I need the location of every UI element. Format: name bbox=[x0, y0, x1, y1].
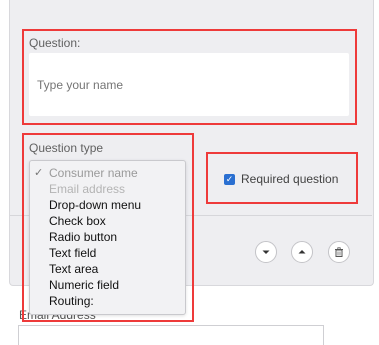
question-type-highlight-box bbox=[22, 133, 194, 322]
question-highlight-box bbox=[22, 29, 357, 125]
move-down-button[interactable] bbox=[255, 241, 277, 263]
chevron-up-icon bbox=[298, 250, 306, 254]
move-up-button[interactable] bbox=[291, 241, 313, 263]
trash-icon bbox=[335, 247, 343, 257]
delete-button[interactable] bbox=[328, 241, 350, 263]
chevron-down-icon bbox=[262, 250, 270, 254]
required-highlight-box bbox=[206, 152, 358, 204]
next-field-input[interactable] bbox=[18, 325, 324, 345]
